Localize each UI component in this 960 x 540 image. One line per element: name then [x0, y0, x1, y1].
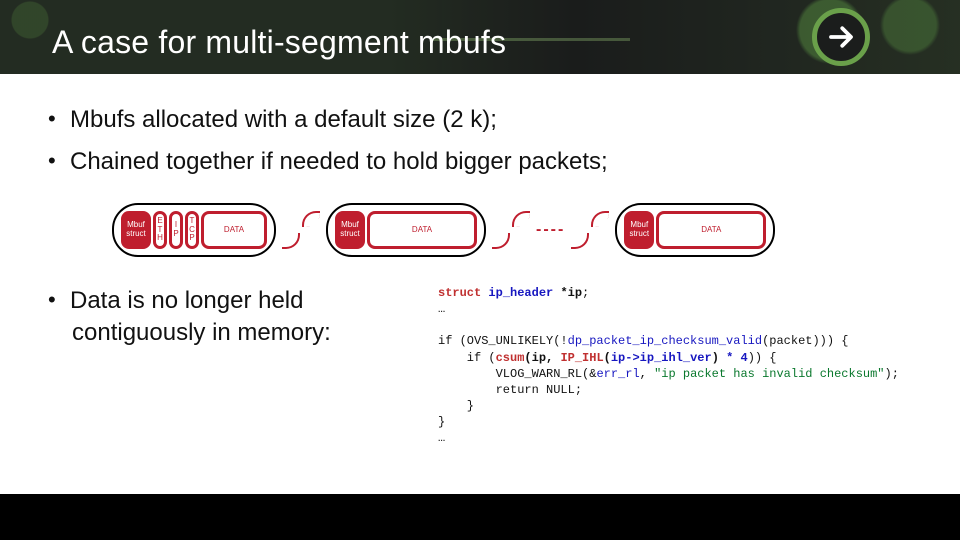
bullet-list: Mbufs allocated with a default size (2 k…	[42, 104, 918, 179]
chain-link-icon	[591, 211, 609, 227]
mbuf-struct-cell: Mbuf struct	[335, 211, 365, 249]
mbuf-node-3: Mbuf struct DATA	[615, 203, 775, 257]
chain-link-icon	[512, 211, 530, 227]
code-token: ,	[640, 367, 654, 381]
code-token: ip_header	[481, 286, 560, 300]
code-token: err_rl	[596, 367, 639, 381]
mbuf-struct-cell: Mbuf struct	[624, 211, 654, 249]
data-cell: DATA	[367, 211, 477, 249]
tcp-header-cell: T C P	[185, 211, 199, 249]
code-token: ip->ip_ihl_ver	[611, 351, 712, 365]
code-token: "ip packet has invalid checksum"	[654, 367, 884, 381]
code-snippet: struct ip_header *ip; … if (OVS_UNLIKELY…	[438, 285, 899, 447]
code-token: struct	[438, 286, 481, 300]
chain-link-icon	[302, 211, 320, 227]
arrow-badge-icon	[812, 8, 870, 66]
code-token: * 4	[726, 351, 748, 365]
code-token: }	[438, 399, 474, 413]
ip-header-cell: I P	[169, 211, 183, 249]
mbuf-struct-cell: Mbuf struct	[121, 211, 151, 249]
code-token: return NULL;	[438, 383, 582, 397]
chain-link-icon	[571, 233, 589, 249]
code-token: VLOG_WARN_RL(&	[438, 367, 596, 381]
bullet-3: Data is no longer held contiguously in m…	[42, 285, 412, 350]
code-token: csum	[496, 351, 525, 365]
bullet-1: Mbufs allocated with a default size (2 k…	[42, 104, 918, 136]
code-token: IP_IHL	[560, 351, 603, 365]
mbuf-chain-diagram: Mbuf struct E T H I P T C P DATA Mbuf st…	[112, 203, 918, 257]
code-token: if (OVS_UNLIKELY(!	[438, 334, 568, 348]
chain-link-icon	[282, 233, 300, 249]
code-token: dp_packet_ip_checksum_valid	[568, 334, 762, 348]
bullet-2: Chained together if needed to hold bigge…	[42, 146, 918, 178]
bullet-list-2: Data is no longer held contiguously in m…	[42, 285, 412, 350]
code-token: …	[438, 302, 445, 316]
code-token: *ip	[560, 286, 582, 300]
content-area: Mbufs allocated with a default size (2 k…	[0, 74, 960, 447]
mbuf-node-1: Mbuf struct E T H I P T C P DATA	[112, 203, 276, 257]
code-token: )) {	[748, 351, 777, 365]
code-token: );	[885, 367, 899, 381]
lower-row: Data is no longer held contiguously in m…	[42, 285, 918, 447]
page-title: A case for multi-segment mbufs	[52, 24, 506, 61]
data-cell: DATA	[201, 211, 267, 249]
header-band: A case for multi-segment mbufs	[0, 0, 960, 74]
code-token: ;	[582, 286, 589, 300]
mbuf-node-2: Mbuf struct DATA	[326, 203, 486, 257]
ellipsis-dashes: ----	[536, 221, 565, 239]
code-token: …	[438, 431, 445, 445]
chain-link-icon	[492, 233, 510, 249]
code-token: }	[438, 415, 445, 429]
eth-header-cell: E T H	[153, 211, 167, 249]
arrow-right-icon	[826, 22, 856, 52]
footer-bar	[0, 494, 960, 540]
code-token: )	[712, 351, 726, 365]
code-token: if (	[438, 351, 496, 365]
code-token: (ip,	[524, 351, 560, 365]
bullet-3-line2: contiguously in memory:	[72, 319, 331, 346]
code-token: (packet))) {	[762, 334, 848, 348]
bullet-3-line1: Data is no longer held	[70, 287, 303, 314]
code-token: (	[604, 351, 611, 365]
data-cell: DATA	[656, 211, 766, 249]
